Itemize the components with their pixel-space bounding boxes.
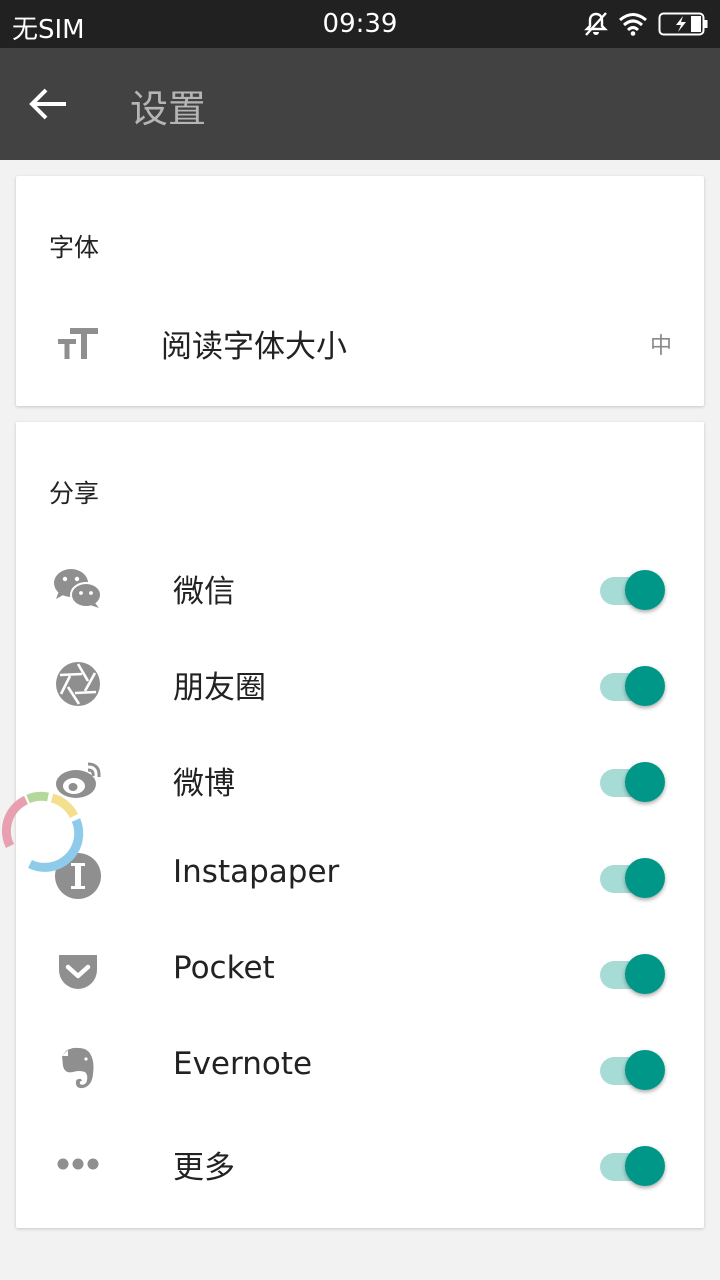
more-icon [52, 1140, 104, 1188]
share-item-label: 微信 [173, 574, 235, 610]
status-icons [584, 10, 708, 38]
wechat-toggle[interactable] [600, 569, 665, 610]
share-item-wechat[interactable]: 微信 [16, 540, 704, 636]
wechat-icon [52, 564, 104, 612]
font-size-setting[interactable]: 阅读字体大小 中 [16, 295, 704, 391]
ring-icon [1, 791, 84, 872]
share-item-label: 更多 [173, 1150, 235, 1186]
back-button[interactable] [24, 80, 72, 128]
pocket-toggle[interactable] [600, 953, 665, 994]
share-item-label: Pocket [173, 950, 275, 986]
moments-icon [52, 660, 104, 708]
font-settings-card: 字体 阅读字体大小 中 [16, 176, 704, 406]
share-item-more[interactable]: 更多 [16, 1116, 704, 1212]
status-bar: 无SIM 09:39 [0, 0, 720, 48]
battery-charging-icon [658, 12, 708, 36]
floating-assistant-button[interactable] [0, 788, 88, 876]
section-title-share: 分享 [49, 479, 100, 508]
evernote-toggle[interactable] [600, 1049, 665, 1090]
share-item-instapaper[interactable]: Instapaper [16, 828, 704, 924]
share-item-weibo[interactable]: 微博 [16, 732, 704, 828]
back-arrow-icon [29, 88, 66, 120]
page-title: 设置 [130, 87, 207, 131]
section-title-font: 字体 [49, 233, 100, 262]
evernote-icon [52, 1044, 104, 1092]
share-settings-card: 分享 微信 朋友圈 微博 Instapaper Pocket Evernote … [16, 422, 704, 1228]
share-item-label: 微博 [173, 766, 235, 802]
share-item-label: 朋友圈 [173, 670, 266, 706]
share-item-moments[interactable]: 朋友圈 [16, 636, 704, 732]
more-toggle[interactable] [600, 1145, 665, 1186]
font-size-value: 中 [649, 334, 672, 359]
bell-muted-icon [584, 12, 608, 36]
moments-toggle[interactable] [600, 665, 665, 706]
app-bar: 设置 [0, 48, 720, 160]
share-item-label: Evernote [173, 1046, 313, 1082]
instapaper-toggle[interactable] [600, 857, 665, 898]
share-item-evernote[interactable]: Evernote [16, 1020, 704, 1116]
font-size-label: 阅读字体大小 [161, 329, 347, 365]
share-item-pocket[interactable]: Pocket [16, 924, 704, 1020]
weibo-toggle[interactable] [600, 761, 665, 802]
pocket-icon [52, 948, 104, 996]
wifi-icon [619, 13, 647, 36]
font-size-icon [52, 319, 104, 367]
share-item-label: Instapaper [173, 854, 340, 890]
